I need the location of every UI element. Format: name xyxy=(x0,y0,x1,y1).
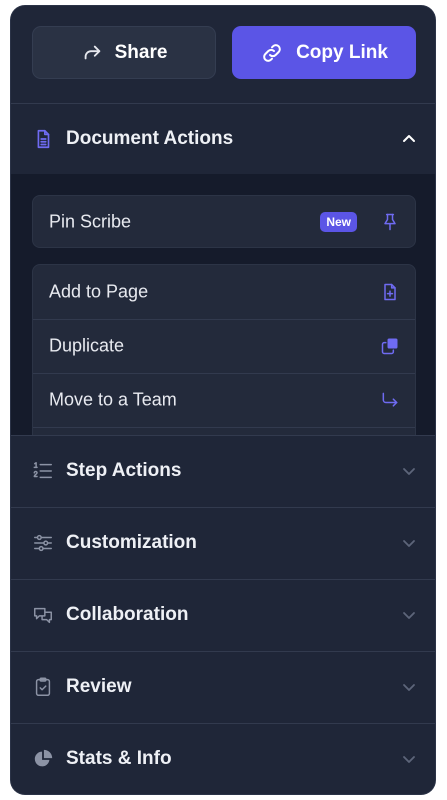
pin-scribe-item[interactable]: Pin Scribe New xyxy=(32,195,416,248)
section-label: Collaboration xyxy=(66,604,189,625)
document-actions-body: Pin Scribe New Add to Page Duplicate Mov… xyxy=(11,174,435,435)
share-button[interactable]: Share xyxy=(32,26,216,79)
stats-info-header[interactable]: Stats & Info xyxy=(11,723,435,794)
copy-link-label: Copy Link xyxy=(296,41,388,63)
list-item-label: Duplicate xyxy=(49,335,125,356)
chat-bubbles-icon xyxy=(32,604,54,626)
document-actions-title: Document Actions xyxy=(66,128,234,149)
pin-icon xyxy=(380,212,400,232)
pie-chart-icon xyxy=(32,748,54,770)
review-header[interactable]: Review xyxy=(11,651,435,722)
move-arrow-icon xyxy=(380,390,400,410)
duplicate-item[interactable]: Duplicate xyxy=(33,319,415,374)
step-actions-header[interactable]: Step Actions xyxy=(11,435,435,506)
chevron-down-icon xyxy=(401,535,417,551)
section-label: Step Actions xyxy=(66,460,182,481)
document-actions-header[interactable]: Document Actions xyxy=(11,103,435,174)
customization-header[interactable]: Customization xyxy=(11,507,435,578)
chevron-down-icon xyxy=(401,751,417,767)
document-icon xyxy=(32,128,54,150)
chevron-up-icon xyxy=(401,131,417,147)
add-document-icon xyxy=(380,282,400,302)
section-label: Customization xyxy=(66,532,197,553)
share-label: Share xyxy=(114,41,168,63)
add-to-page-item[interactable]: Add to Page xyxy=(33,265,415,320)
chevron-down-icon xyxy=(401,463,417,479)
copy-link-button[interactable]: Copy Link xyxy=(232,26,416,79)
duplicate-icon xyxy=(380,336,400,356)
sliders-icon xyxy=(32,532,54,554)
chevron-down-icon xyxy=(401,679,417,695)
document-actions-list: Add to Page Duplicate Move to a Team xyxy=(32,264,416,435)
section-label: Review xyxy=(66,676,132,697)
clipboard-check-icon xyxy=(32,676,54,698)
link-icon xyxy=(260,41,284,65)
share-arrow-icon xyxy=(81,42,103,64)
list-item-label: Add to Page xyxy=(49,281,149,302)
chevron-down-icon xyxy=(401,607,417,623)
pin-scribe-label: Pin Scribe xyxy=(49,211,132,231)
share-panel: Share Copy Link Document Actions Pin Scr… xyxy=(11,6,435,794)
list-item-label: Move to a Team xyxy=(49,389,177,410)
collaboration-header[interactable]: Collaboration xyxy=(11,579,435,650)
numbered-list-icon xyxy=(32,460,54,482)
move-to-team-item[interactable]: Move to a Team xyxy=(33,373,415,428)
top-actions: Share Copy Link xyxy=(11,6,435,103)
new-badge: New xyxy=(320,211,357,232)
section-label: Stats & Info xyxy=(66,748,172,769)
